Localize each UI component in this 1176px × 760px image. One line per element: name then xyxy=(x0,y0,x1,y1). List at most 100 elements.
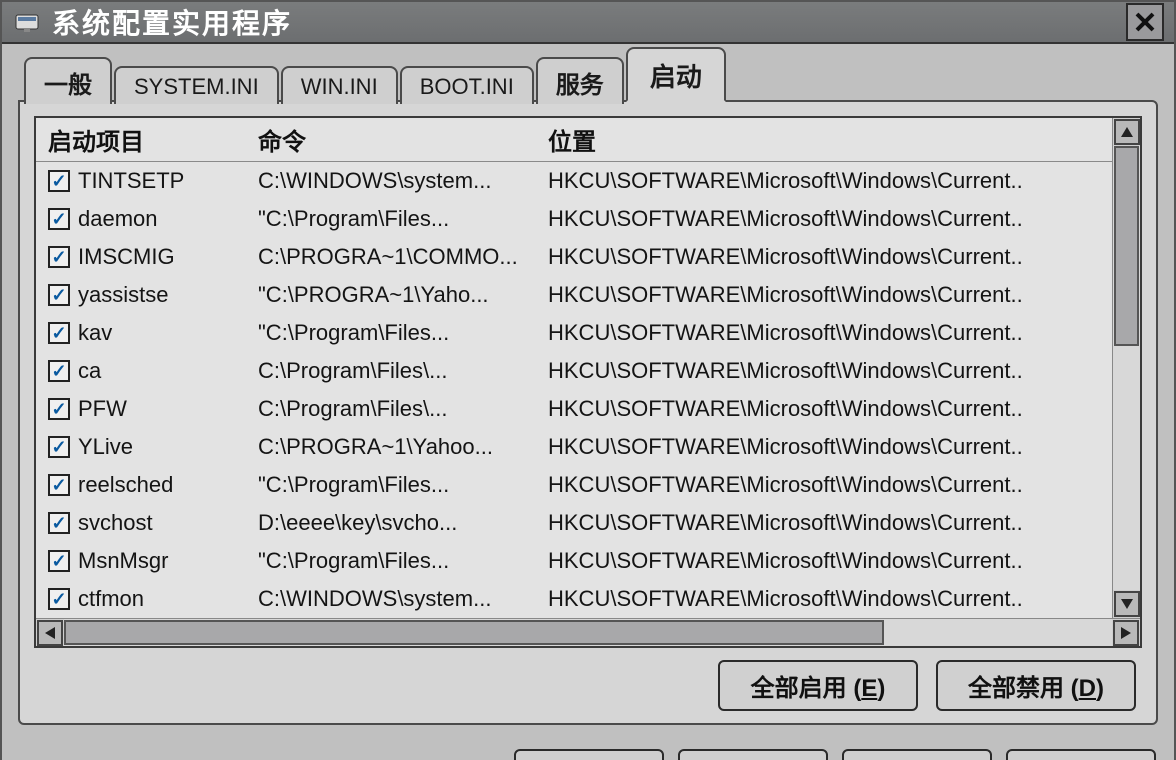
startup-item-name: svchost xyxy=(78,510,258,536)
table-row[interactable]: ✓ ctfmonC:\WINDOWS\system...HKCU\SOFTWARE… xyxy=(36,580,1112,618)
startup-item-location: HKCU\SOFTWARE\Microsoft\Windows\Current.… xyxy=(548,282,1112,308)
startup-item-name: ca xyxy=(78,358,258,384)
checkbox-cell: ✓ xyxy=(48,398,78,420)
table-row[interactable]: ✓svchostD:\eeee\key\svcho...HKCU\SOFTWAR… xyxy=(36,504,1112,542)
dialog-buttons: 确定 取消 应用 (A) 帮助 xyxy=(2,735,1174,760)
startup-item-location: HKCU\SOFTWARE\Microsoft\Windows\Current.… xyxy=(548,244,1112,270)
checkbox-cell: ✓ xyxy=(48,512,78,534)
scroll-up-button[interactable] xyxy=(1114,119,1140,145)
table-row[interactable]: ✓PFWC:\Program\Files\...HKCU\SOFTWARE\Mi… xyxy=(36,390,1112,428)
close-button[interactable] xyxy=(1126,3,1164,41)
vscroll-thumb[interactable] xyxy=(1114,146,1139,346)
header-startup-item[interactable]: 启动项目 xyxy=(48,122,258,157)
startup-item-command: C:\PROGRA~1\Yahoo... xyxy=(258,434,548,460)
table-row[interactable]: ✓ TINTSETPC:\WINDOWS\system...HKCU\SOFTWA… xyxy=(36,162,1112,200)
table-row[interactable]: ✓YLiveC:\PROGRA~1\Yahoo...HKCU\SOFTWARE\… xyxy=(36,428,1112,466)
startup-item-command: C:\WINDOWS\system... xyxy=(258,586,548,612)
msconfig-window: 系统配置实用程序 一般 SYSTEM.INI WIN.INI BOOT.INI … xyxy=(0,0,1176,760)
enable-all-label: 全部启用 ( xyxy=(751,675,862,702)
checkbox-cell: ✓ xyxy=(48,322,78,344)
enable-all-button[interactable]: 全部启用 (E) xyxy=(718,660,918,711)
startup-checkbox[interactable]: ✓ xyxy=(48,436,70,458)
column-headers[interactable]: 启动项目 命令 位置 xyxy=(36,118,1112,162)
disable-all-label: 全部禁用 ( xyxy=(968,675,1079,702)
vscroll-track[interactable] xyxy=(1113,146,1140,590)
table-row[interactable]: ✓ MsnMsgr"C:\Program\Files...HKCU\SOFTWAR… xyxy=(36,542,1112,580)
checkbox-cell: ✓ xyxy=(48,474,78,496)
startup-item-location: HKCU\SOFTWARE\Microsoft\Windows\Current.… xyxy=(548,168,1112,194)
startup-checkbox[interactable]: ✓ xyxy=(48,208,70,230)
startup-checkbox[interactable]: ✓ xyxy=(48,360,70,382)
scroll-right-button[interactable] xyxy=(1113,620,1139,646)
panel-buttons: 全部启用 (E) 全部禁用 (D) xyxy=(34,648,1142,713)
startup-panel: 启动项目 命令 位置 ✓TINTSETPC:\WINDOWS\system...… xyxy=(18,100,1158,725)
horizontal-scrollbar[interactable] xyxy=(36,618,1140,646)
hscroll-track[interactable] xyxy=(64,619,1112,646)
startup-item-location: HKCU\SOFTWARE\Microsoft\Windows\Current.… xyxy=(548,472,1112,498)
startup-item-command: "C:\Program\Files... xyxy=(258,548,548,574)
startup-item-command: C:\WINDOWS\system... xyxy=(258,168,548,194)
startup-item-location: HKCU\SOFTWARE\Microsoft\Windows\Current.… xyxy=(548,358,1112,384)
checkbox-cell: ✓ xyxy=(48,360,78,382)
help-button[interactable]: 帮助 xyxy=(1006,749,1156,760)
checkbox-cell: ✓ xyxy=(48,208,78,230)
vertical-scrollbar[interactable] xyxy=(1112,118,1140,618)
startup-item-name: MsnMsgr xyxy=(78,548,258,574)
startup-listview[interactable]: 启动项目 命令 位置 ✓TINTSETPC:\WINDOWS\system...… xyxy=(34,116,1142,648)
startup-item-command: "C:\Program\Files... xyxy=(258,472,548,498)
startup-checkbox[interactable]: ✓ xyxy=(48,246,70,268)
titlebar[interactable]: 系统配置实用程序 xyxy=(2,2,1174,44)
checkbox-cell: ✓ xyxy=(48,588,78,610)
table-row[interactable]: ✓yassistse"C:\PROGRA~1\Yaho...HKCU\SOFTW… xyxy=(36,276,1112,314)
table-row[interactable]: ✓caC:\Program\Files\...HKCU\SOFTWARE\Mic… xyxy=(36,352,1112,390)
scroll-down-button[interactable] xyxy=(1114,591,1140,617)
tab-win-ini[interactable]: WIN.INI xyxy=(281,66,398,104)
tab-general[interactable]: 一般 xyxy=(24,57,112,104)
startup-item-location: HKCU\SOFTWARE\Microsoft\Windows\Current.… xyxy=(548,396,1112,422)
close-icon xyxy=(1134,11,1156,33)
table-row[interactable]: ✓reelsched"C:\Program\Files...HKCU\SOFTW… xyxy=(36,466,1112,504)
cancel-button[interactable]: 取消 xyxy=(678,749,828,760)
tabstrip: 一般 SYSTEM.INI WIN.INI BOOT.INI 服务 启动 xyxy=(18,56,1158,102)
tab-system-ini[interactable]: SYSTEM.INI xyxy=(114,66,279,104)
disable-all-accel: D xyxy=(1079,675,1096,702)
tab-boot-ini[interactable]: BOOT.INI xyxy=(400,66,534,104)
startup-item-location: HKCU\SOFTWARE\Microsoft\Windows\Current.… xyxy=(548,586,1112,612)
chevron-left-icon xyxy=(45,627,55,639)
startup-checkbox[interactable]: ✓ xyxy=(48,170,70,192)
table-row[interactable]: ✓ daemon"C:\Program\Files...HKCU\SOFTWARE… xyxy=(36,200,1112,238)
startup-checkbox[interactable]: ✓ xyxy=(48,398,70,420)
startup-item-location: HKCU\SOFTWARE\Microsoft\Windows\Current.… xyxy=(548,206,1112,232)
startup-item-location: HKCU\SOFTWARE\Microsoft\Windows\Current.… xyxy=(548,434,1112,460)
startup-item-command: D:\eeee\key\svcho... xyxy=(258,510,548,536)
startup-item-name: daemon xyxy=(78,206,258,232)
ok-button[interactable]: 确定 xyxy=(514,749,664,760)
app-icon xyxy=(12,7,42,37)
checkbox-cell: ✓ xyxy=(48,170,78,192)
enable-all-accel: E xyxy=(861,675,877,702)
startup-item-command: "C:\Program\Files... xyxy=(258,206,548,232)
checkbox-cell: ✓ xyxy=(48,284,78,306)
startup-checkbox[interactable]: ✓ xyxy=(48,474,70,496)
startup-checkbox[interactable]: ✓ xyxy=(48,512,70,534)
startup-checkbox[interactable]: ✓ xyxy=(48,284,70,306)
window-title: 系统配置实用程序 xyxy=(52,2,1126,42)
header-command[interactable]: 命令 xyxy=(258,122,548,157)
table-row[interactable]: ✓IMSCMIGC:\PROGRA~1\COMMO...HKCU\SOFTWAR… xyxy=(36,238,1112,276)
apply-button[interactable]: 应用 (A) xyxy=(842,749,992,760)
startup-checkbox[interactable]: ✓ xyxy=(48,550,70,572)
table-row[interactable]: ✓kav"C:\Program\Files...HKCU\SOFTWARE\Mi… xyxy=(36,314,1112,352)
scroll-left-button[interactable] xyxy=(37,620,63,646)
startup-item-location: HKCU\SOFTWARE\Microsoft\Windows\Current.… xyxy=(548,548,1112,574)
rows-container: ✓TINTSETPC:\WINDOWS\system...HKCU\SOFTWA… xyxy=(36,162,1112,618)
header-location[interactable]: 位置 xyxy=(548,122,1112,157)
tab-services[interactable]: 服务 xyxy=(536,57,624,104)
startup-checkbox[interactable]: ✓ xyxy=(48,588,70,610)
startup-item-name: TINTSETP xyxy=(78,168,258,194)
disable-all-button[interactable]: 全部禁用 (D) xyxy=(936,660,1136,711)
tab-startup[interactable]: 启动 xyxy=(626,47,726,102)
startup-item-name: ctfmon xyxy=(78,586,258,612)
startup-checkbox[interactable]: ✓ xyxy=(48,322,70,344)
checkbox-cell: ✓ xyxy=(48,436,78,458)
hscroll-thumb[interactable] xyxy=(64,620,884,645)
